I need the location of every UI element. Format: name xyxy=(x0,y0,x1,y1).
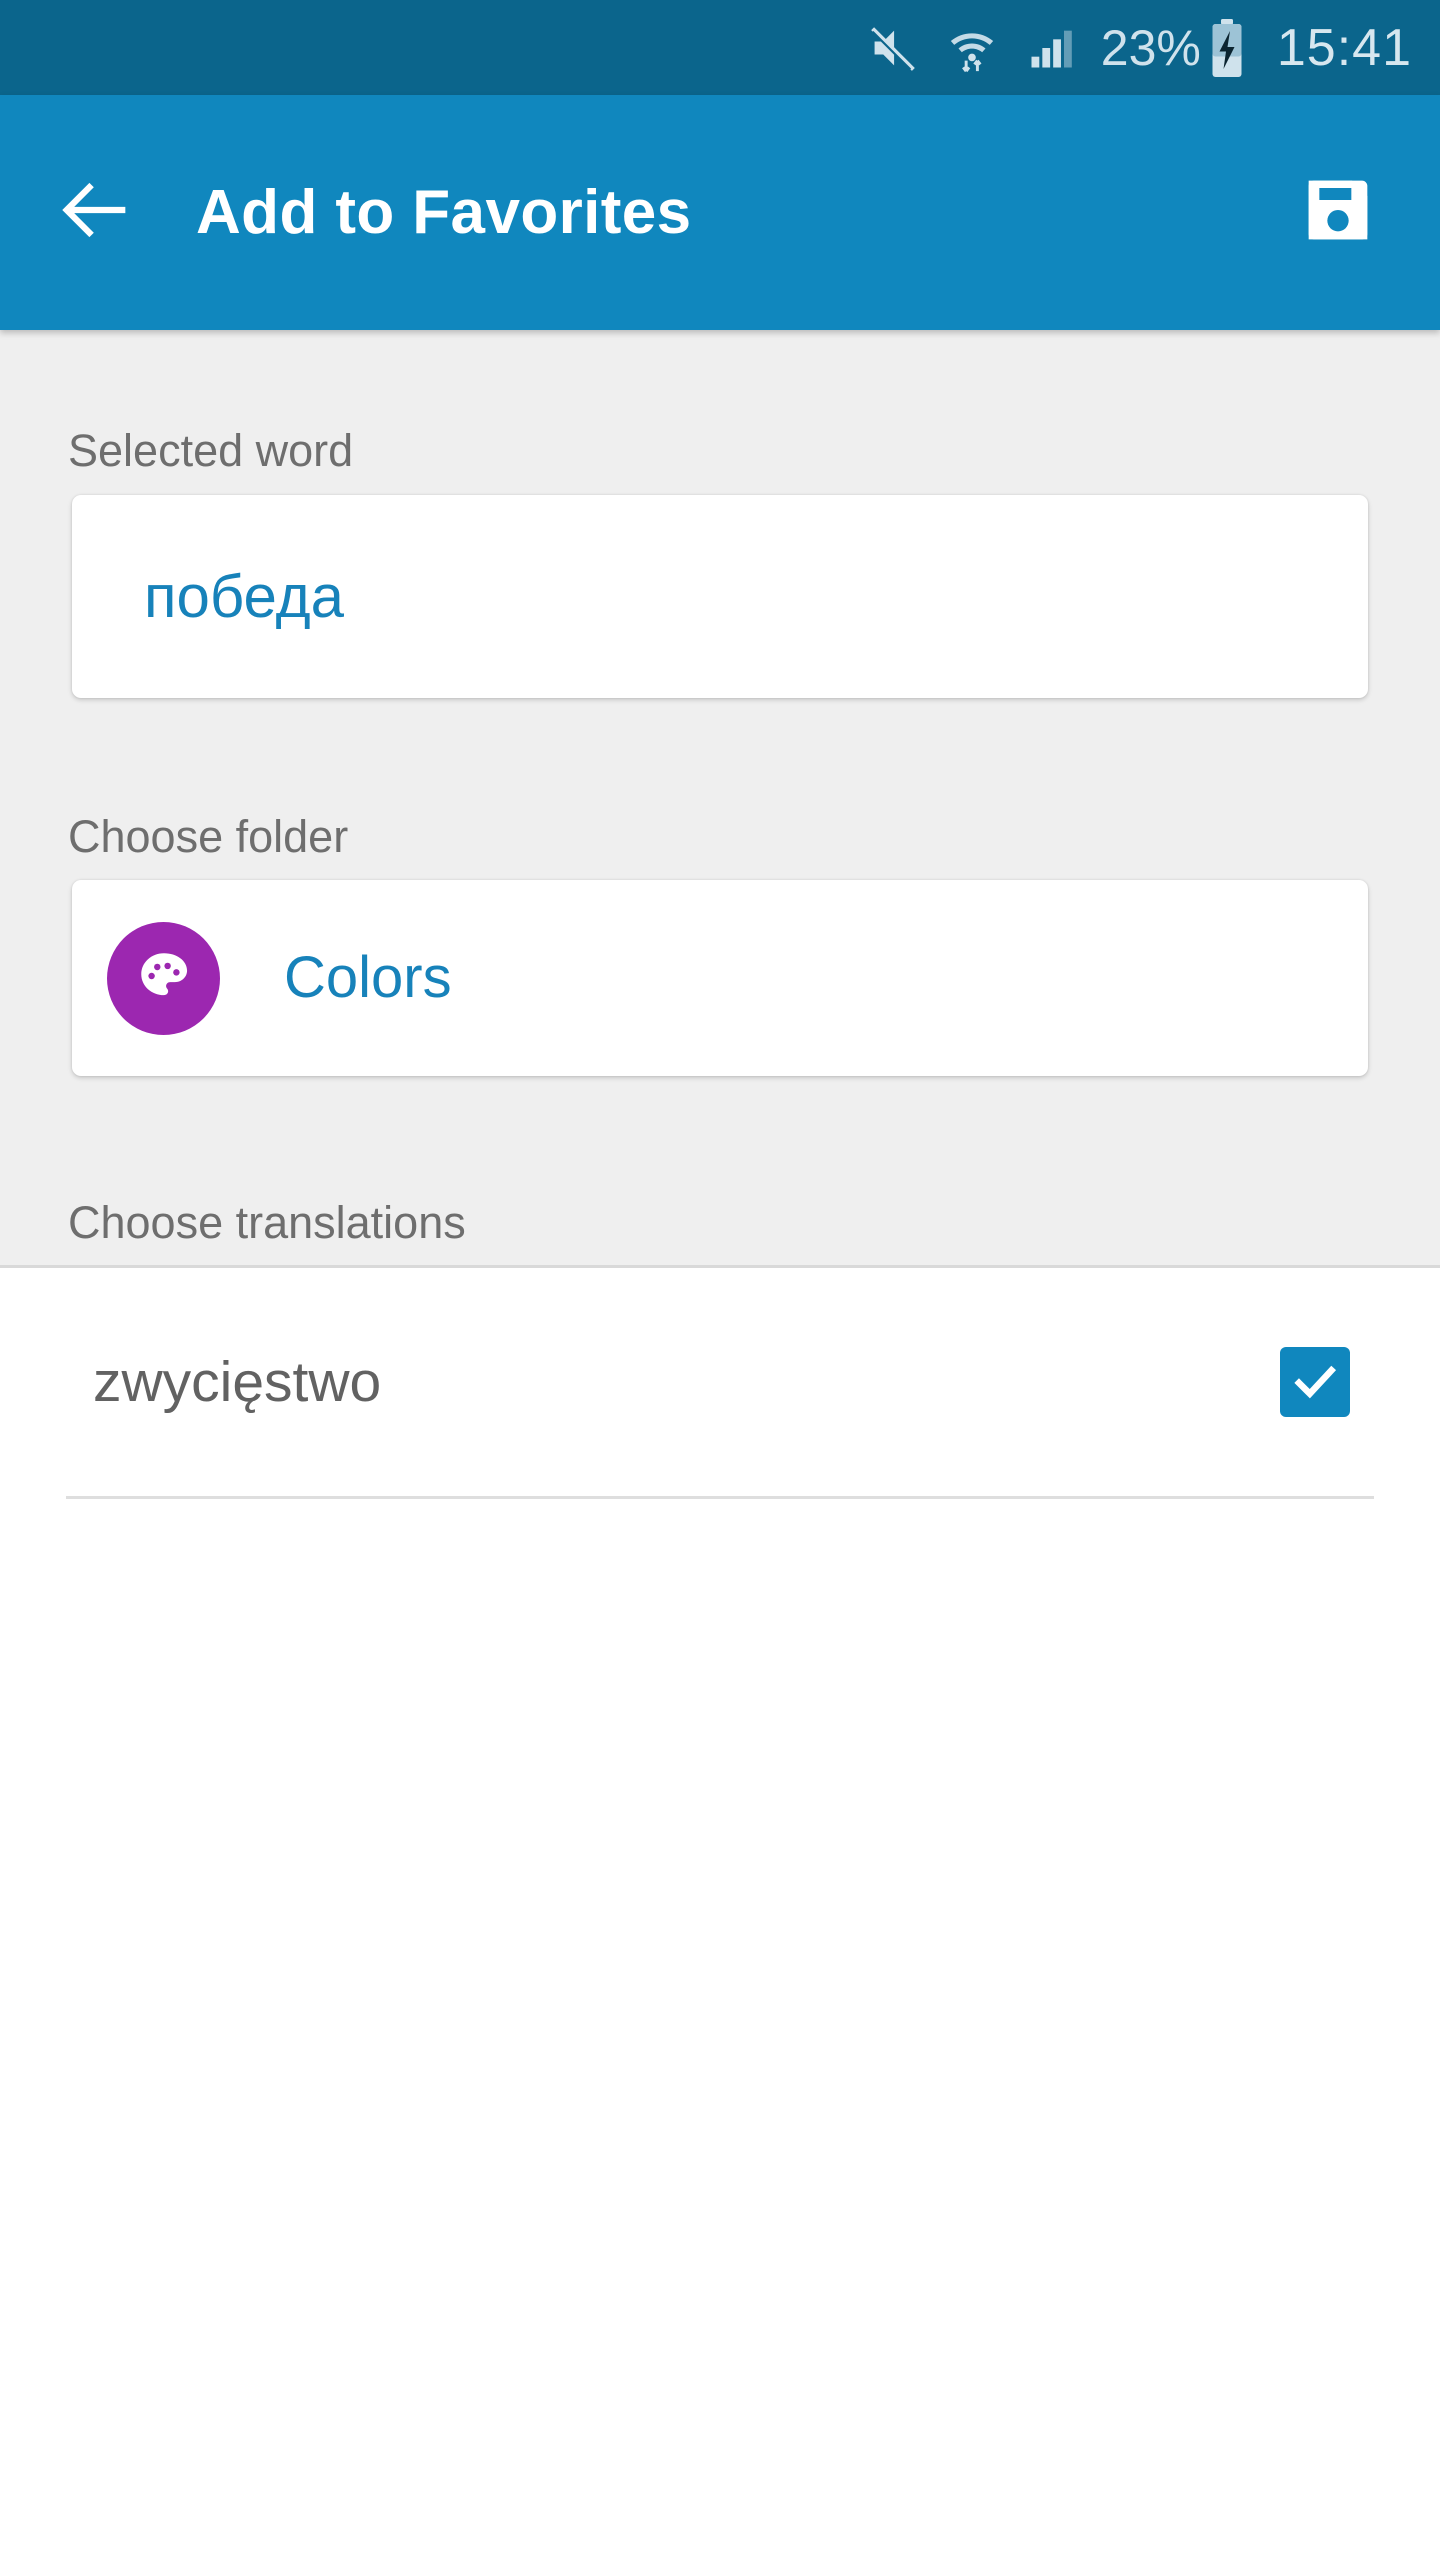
cellular-signal-icon xyxy=(1025,22,1077,74)
mute-icon xyxy=(867,22,919,74)
battery-percent-label: 23% xyxy=(1100,19,1201,76)
battery-charging-icon xyxy=(1207,18,1247,78)
status-bar: 23% 15:41 xyxy=(0,0,1440,95)
app-bar: Add to Favorites xyxy=(0,95,1440,330)
wifi-icon xyxy=(945,21,999,75)
page-title: Add to Favorites xyxy=(196,178,692,247)
status-bar-clock: 15:41 xyxy=(1276,18,1412,77)
translation-text: zwycięstwo xyxy=(93,1349,382,1414)
form-section: Selected word победа Choose folder Color… xyxy=(0,330,1440,1265)
choose-folder-card[interactable]: Colors xyxy=(72,880,1368,1076)
folder-name: Colors xyxy=(284,945,452,1010)
choose-translations-label: Choose translations xyxy=(68,1197,466,1248)
palette-icon xyxy=(133,945,195,1012)
list-divider xyxy=(66,1496,1374,1499)
save-floppy-disk-icon xyxy=(1298,170,1378,255)
translation-checkbox[interactable] xyxy=(1280,1347,1350,1417)
selected-word-label: Selected word xyxy=(68,425,354,476)
folder-avatar xyxy=(107,921,220,1035)
save-button[interactable] xyxy=(1292,167,1384,259)
back-arrow-icon xyxy=(52,166,140,259)
list-item[interactable]: zwycięstwo xyxy=(0,1268,1440,1496)
selected-word-value: победа xyxy=(144,562,344,630)
choose-folder-label: Choose folder xyxy=(68,811,349,862)
selected-word-card[interactable]: победа xyxy=(72,495,1368,698)
translations-list: zwycięstwo xyxy=(0,1265,1440,2560)
back-button[interactable] xyxy=(48,165,144,261)
status-bar-icons: 23% 15:41 xyxy=(841,18,1412,78)
